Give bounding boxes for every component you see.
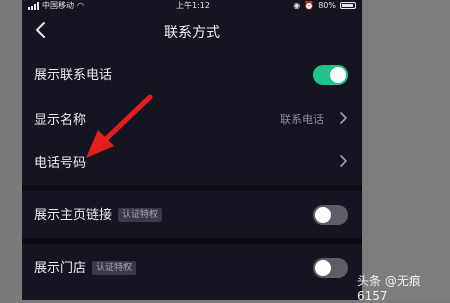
left-backdrop bbox=[0, 0, 22, 300]
toggle-knob bbox=[315, 260, 331, 276]
watermark: 头条 @无痕6157 bbox=[357, 272, 450, 303]
settings-row-store[interactable]: 展示门店 认证特权 bbox=[22, 243, 362, 291]
watermark-text: 头条 @无痕6157 bbox=[357, 274, 421, 303]
setting-label: 展示门店 bbox=[34, 261, 87, 276]
signal-icon bbox=[28, 1, 39, 10]
verified-badge: 认证特权 bbox=[92, 261, 137, 275]
status-right: ◉ ⏰ 80% bbox=[293, 0, 356, 11]
page-title: 联系方式 bbox=[164, 25, 220, 41]
wifi-icon: ◠ bbox=[77, 1, 84, 10]
toggle-knob bbox=[315, 207, 331, 223]
show-phone-toggle[interactable] bbox=[313, 65, 348, 85]
setting-label: 展示联系电话 bbox=[34, 68, 113, 83]
verified-badge: 认证特权 bbox=[118, 208, 163, 222]
status-bar: 中国移动 ◠ 上午1:12 ◉ ⏰ 80% bbox=[22, 0, 362, 11]
settings-row-phone-number[interactable]: 电话号码 bbox=[22, 138, 362, 186]
right-backdrop bbox=[362, 0, 450, 300]
setting-label-wrap: 展示主页链接 认证特权 bbox=[34, 204, 163, 223]
setting-label: 显示名称 bbox=[34, 113, 87, 128]
phone-screen: 中国移动 ◠ 上午1:12 ◉ ⏰ 80% 联系方式 展示联系电话 显示名称 联… bbox=[22, 0, 362, 300]
status-left: 中国移动 ◠ bbox=[28, 0, 84, 11]
chevron-right-icon bbox=[340, 155, 347, 167]
setting-label: 电话号码 bbox=[34, 156, 87, 171]
setting-label: 展示主页链接 bbox=[34, 208, 113, 223]
status-time: 上午1:12 bbox=[176, 1, 210, 10]
battery-icon bbox=[340, 2, 356, 9]
alarm-icon: ⏰ bbox=[304, 1, 315, 10]
carrier-name: 中国移动 bbox=[42, 1, 74, 10]
settings-row-homepage-link[interactable]: 展示主页链接 认证特权 bbox=[22, 190, 362, 238]
settings-row-display-name[interactable]: 显示名称 联系电话 bbox=[22, 95, 362, 143]
store-toggle[interactable] bbox=[313, 258, 348, 278]
lock-rotation-icon: ◉ bbox=[293, 1, 301, 10]
nav-bar: 联系方式 bbox=[22, 14, 362, 48]
chevron-right-icon bbox=[340, 112, 347, 124]
setting-label-wrap: 展示门店 认证特权 bbox=[34, 257, 137, 276]
homepage-link-toggle[interactable] bbox=[313, 205, 348, 225]
battery-percent: 80% bbox=[318, 1, 336, 10]
settings-row-show-phone[interactable]: 展示联系电话 bbox=[22, 50, 362, 98]
display-name-value: 联系电话 bbox=[280, 113, 324, 126]
toggle-knob bbox=[330, 67, 346, 83]
